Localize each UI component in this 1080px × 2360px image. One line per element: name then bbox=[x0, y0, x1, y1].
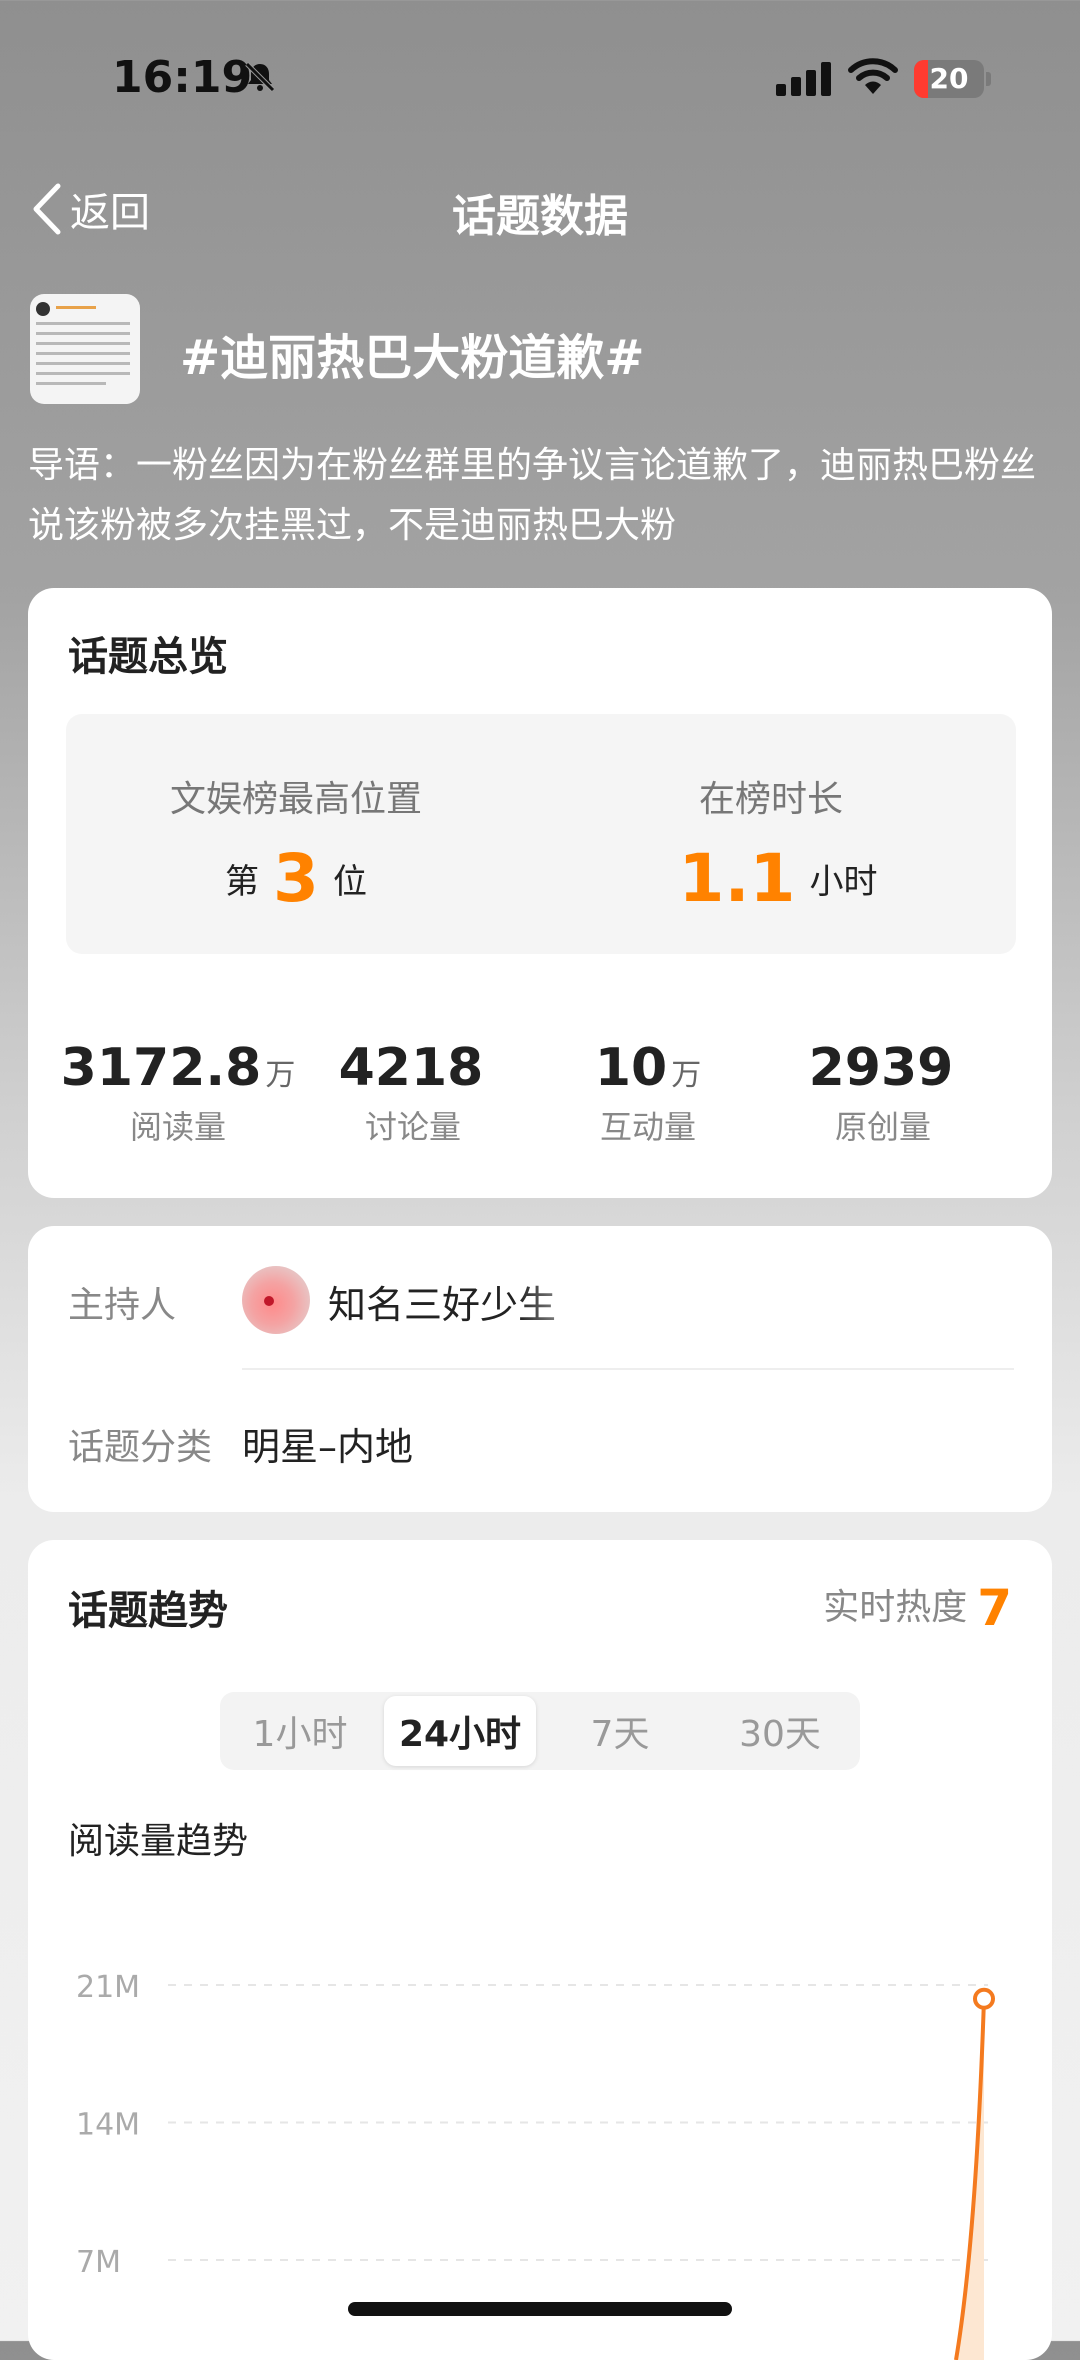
host-avatar[interactable] bbox=[242, 1266, 310, 1334]
rank-value-row: 第3位 bbox=[96, 840, 496, 917]
rank-box: 文娱榜最高位置 第3位 在榜时长 1.1 小时 bbox=[66, 714, 1016, 954]
y-tick-label: 21M bbox=[76, 1970, 140, 2005]
stat-original: 2939 原创量 bbox=[763, 1038, 1003, 1148]
trend-title: 话题趋势 bbox=[68, 1588, 228, 1634]
series-area bbox=[956, 1998, 984, 2360]
overview-card: 话题总览 文娱榜最高位置 第3位 在榜时长 1.1 小时 3172.8 万 阅读量 … bbox=[28, 588, 1052, 1198]
stat-read-num: 3172.8 bbox=[60, 1038, 262, 1098]
stat-original-num: 2939 bbox=[808, 1038, 954, 1098]
stat-interact-unit: 万 bbox=[671, 1058, 702, 1093]
duration-value-row: 1.1 小时 bbox=[571, 840, 971, 917]
signal-icon bbox=[776, 62, 831, 96]
host-name-blur bbox=[518, 1274, 638, 1326]
topic-lead: 导语：一粉丝因为在粉丝群里的争议言论道歉了，迪丽热巴粉丝说该粉被多次挂黑过，不是… bbox=[28, 445, 1037, 546]
rank-suffix: 位 bbox=[332, 862, 367, 902]
heat-value: 7 bbox=[977, 1579, 1012, 1637]
rank-value: 3 bbox=[273, 840, 319, 917]
status-time: 16:19 bbox=[112, 52, 253, 103]
host-label: 主持人 bbox=[68, 1285, 177, 1326]
stat-discuss: 4218 讨论量 bbox=[293, 1038, 533, 1148]
battery-icon: 20 bbox=[914, 60, 984, 98]
stat-interact-num: 10 bbox=[594, 1038, 668, 1098]
tab-1h[interactable]: 1小时 bbox=[224, 1696, 376, 1766]
divider bbox=[242, 1368, 1014, 1370]
y-tick-label: 7M bbox=[76, 2245, 121, 2280]
heat-label: 实时热度 bbox=[823, 1587, 968, 1628]
time-range-tabs: 1小时 24小时 7天 30天 bbox=[220, 1692, 860, 1770]
battery-level: 20 bbox=[929, 62, 969, 95]
stat-interact: 10 万 互动量 bbox=[528, 1038, 768, 1148]
stat-discuss-num: 4218 bbox=[338, 1038, 484, 1098]
topic-title: #迪丽热巴大粉道歉# bbox=[180, 330, 645, 386]
duration-label: 在榜时长 bbox=[698, 779, 843, 820]
series-point[interactable] bbox=[973, 1987, 995, 2010]
tab-30d[interactable]: 30天 bbox=[704, 1696, 856, 1766]
wifi-icon bbox=[848, 58, 898, 94]
home-indicator[interactable] bbox=[348, 2302, 732, 2316]
tab-24h[interactable]: 24小时 bbox=[384, 1696, 536, 1766]
read-trend-chart: 21M 14M 7M bbox=[76, 1970, 995, 2360]
stat-read: 3172.8 万 阅读量 bbox=[58, 1038, 298, 1148]
realtime-heat: 实时热度 7 bbox=[823, 1578, 1012, 1637]
topic-thumbnail[interactable] bbox=[30, 294, 140, 404]
stat-original-label: 原创量 bbox=[834, 1108, 931, 1146]
info-card: 主持人 知名三好少生 话题分类 明星–内地 bbox=[28, 1226, 1052, 1512]
duration-value: 1.1 bbox=[678, 840, 796, 917]
rank-prefix: 第 bbox=[225, 862, 260, 902]
stat-read-label: 阅读量 bbox=[129, 1108, 226, 1146]
bell-muted-icon bbox=[245, 62, 275, 92]
tab-7d[interactable]: 7天 bbox=[544, 1696, 696, 1766]
duration-unit: 小时 bbox=[809, 862, 878, 902]
trend-card: 话题趋势 实时热度 7 1小时 24小时 7天 30天 阅读量趋势 21M 14M 7… bbox=[28, 1540, 1052, 2360]
page-title: 话题数据 bbox=[452, 191, 628, 242]
battery-tip bbox=[986, 72, 991, 86]
y-tick-label: 14M bbox=[76, 2108, 140, 2143]
stat-read-unit: 万 bbox=[265, 1058, 296, 1093]
chart-title: 阅读量趋势 bbox=[68, 1821, 249, 1862]
stat-interact-label: 互动量 bbox=[599, 1108, 696, 1146]
rank-label: 文娱榜最高位置 bbox=[169, 779, 422, 820]
overview-title: 话题总览 bbox=[68, 634, 228, 680]
category-value: 明星–内地 bbox=[242, 1425, 414, 1469]
stat-discuss-label: 讨论量 bbox=[364, 1108, 461, 1146]
category-label: 话题分类 bbox=[68, 1427, 213, 1468]
